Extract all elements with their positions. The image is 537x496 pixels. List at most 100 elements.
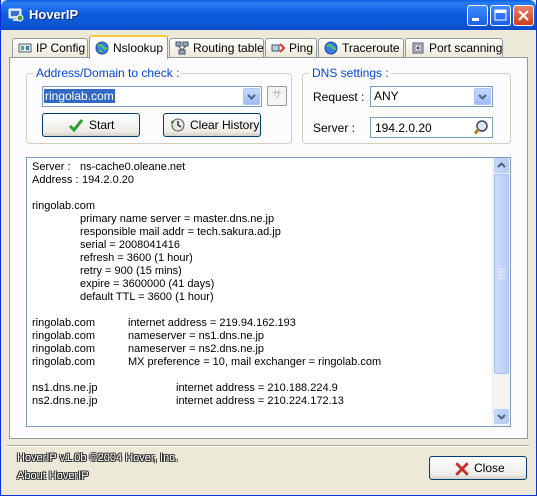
output-line-value: internet address = 210.224.172.13 bbox=[176, 395, 344, 407]
minimize-icon bbox=[472, 18, 479, 21]
tab-label: Routing table bbox=[193, 41, 264, 55]
tab-label: Ping bbox=[289, 41, 314, 55]
output-line: responsible mail addr = tech.sakura.ad.j… bbox=[32, 226, 492, 239]
hoverip-window: HoverIP IP Config Nslookup Routing table… bbox=[0, 0, 537, 496]
globe-icon bbox=[324, 41, 338, 55]
output-line: refresh = 3600 (1 hour) bbox=[32, 252, 492, 265]
server-value: 194.2.0.20 bbox=[375, 121, 432, 135]
output-line-value: internet address = 219.94.162.193 bbox=[128, 317, 296, 329]
domain-dropdown-button[interactable] bbox=[243, 88, 260, 105]
close-button[interactable]: Close bbox=[429, 456, 527, 480]
server-label: Server : bbox=[313, 121, 356, 135]
output-line-value: retry = 900 (15 mins) bbox=[80, 265, 182, 277]
output-line: Server : ns-cache0.oleane.net bbox=[32, 161, 492, 174]
output-line-value: responsible mail addr = tech.sakura.ad.j… bbox=[80, 226, 281, 238]
domain-combobox[interactable]: ringolab.com bbox=[42, 86, 262, 107]
output-line-value: default TTL = 3600 (1 hour) bbox=[80, 291, 214, 303]
vertical-scrollbar[interactable] bbox=[492, 158, 510, 426]
side-action-label: サ bbox=[272, 90, 282, 101]
output-line: expire = 3600000 (41 days) bbox=[32, 278, 492, 291]
output-line-value: 194.2.0.20 bbox=[82, 174, 134, 186]
maximize-icon bbox=[494, 9, 507, 21]
output-line: ns2.dns.ne.jp internet address = 210.224.… bbox=[32, 395, 492, 408]
address-group-legend: Address/Domain to check : bbox=[33, 66, 183, 80]
side-action-button[interactable]: サ bbox=[267, 86, 287, 106]
dns-settings-group: DNS settings : Request : ANY Server : 19… bbox=[302, 66, 511, 144]
request-label: Request : bbox=[313, 90, 365, 104]
clear-history-button[interactable]: Clear History bbox=[163, 113, 261, 137]
tab-label: IP Config bbox=[36, 41, 86, 55]
dns-settings-legend: DNS settings : bbox=[309, 66, 392, 80]
output-line-value: internet address = 210.188.224.9 bbox=[176, 382, 338, 394]
request-dropdown-button[interactable] bbox=[474, 88, 491, 105]
output-line-key: ringolab.com bbox=[32, 317, 95, 329]
chevron-down-icon bbox=[478, 94, 487, 100]
clear-history-label: Clear History bbox=[190, 118, 260, 132]
output-line-key: Server : bbox=[32, 161, 71, 173]
maximize-button[interactable] bbox=[490, 5, 511, 26]
output-line-value: MX preference = 10, mail exchanger = rin… bbox=[128, 356, 382, 368]
output-line: ns1.dns.ne.jp internet address = 210.188.… bbox=[32, 382, 492, 395]
output-line-key: ringolab.com bbox=[32, 200, 95, 212]
globe-icon bbox=[95, 41, 109, 55]
output-line-key: ringolab.com bbox=[32, 356, 95, 368]
close-window-button[interactable] bbox=[513, 5, 534, 26]
scroll-thumb[interactable] bbox=[494, 174, 509, 374]
output-line: default TTL = 3600 (1 hour) bbox=[32, 291, 492, 304]
output-line-key: ringolab.com bbox=[32, 343, 95, 355]
tab-label: Port scanning bbox=[429, 41, 503, 55]
output-line: ringolab.com internet address = 219.94.16… bbox=[32, 317, 492, 330]
checkmark-icon bbox=[68, 119, 84, 133]
output-line: ringolab.com MX preference = 10, mail exc… bbox=[32, 356, 492, 369]
close-icon bbox=[518, 10, 529, 21]
close-button-label: Close bbox=[474, 461, 505, 475]
output-line-value: serial = 2008041416 bbox=[80, 239, 180, 251]
port-icon bbox=[412, 42, 424, 54]
tab-strip: IP Config Nslookup Routing table Ping Tr… bbox=[1, 30, 536, 60]
output-line-value: expire = 3600000 (41 days) bbox=[80, 278, 215, 290]
output-line-value: nameserver = ns1.dns.ne.jp bbox=[128, 330, 265, 342]
tab-ip-config[interactable]: IP Config bbox=[12, 38, 88, 57]
start-button[interactable]: Start bbox=[42, 113, 140, 137]
app-icon bbox=[8, 8, 24, 22]
output-line-key: Address : bbox=[32, 174, 79, 186]
scroll-up-button[interactable] bbox=[494, 158, 509, 173]
tab-traceroute[interactable]: Traceroute bbox=[318, 38, 404, 57]
output-line-key: ringolab.com bbox=[32, 330, 95, 342]
address-group: Address/Domain to check : ringolab.com サ… bbox=[26, 66, 292, 144]
output-line-value: ns-cache0.oleane.net bbox=[80, 161, 186, 173]
start-button-label: Start bbox=[89, 118, 115, 132]
chevron-down-icon bbox=[247, 94, 256, 100]
minimize-button[interactable] bbox=[467, 5, 488, 26]
output-textarea[interactable]: Server : ns-cache0.oleane.net Address :194… bbox=[26, 157, 511, 427]
nslookup-panel: Address/Domain to check : ringolab.com サ… bbox=[9, 57, 528, 439]
about-link[interactable]: About HoverIP bbox=[17, 470, 89, 482]
output-text: Server : ns-cache0.oleane.net Address :194… bbox=[32, 161, 492, 408]
output-line: ringolab.com bbox=[32, 200, 492, 213]
chevron-up-icon bbox=[497, 162, 506, 168]
tab-nslookup[interactable]: Nslookup bbox=[89, 35, 168, 59]
clear-history-icon bbox=[171, 118, 185, 132]
server-input[interactable]: 194.2.0.20 bbox=[370, 117, 493, 138]
title-bar[interactable]: HoverIP bbox=[1, 0, 536, 30]
output-line-value: nameserver = ns2.dns.ne.jp bbox=[128, 343, 265, 355]
output-line-value: refresh = 3600 (1 hour) bbox=[80, 252, 193, 264]
magnifier-icon[interactable] bbox=[473, 119, 490, 136]
network-icon bbox=[175, 41, 189, 55]
ping-icon bbox=[271, 43, 285, 53]
output-line: retry = 900 (15 mins) bbox=[32, 265, 492, 278]
tab-ping[interactable]: Ping bbox=[265, 38, 317, 57]
chevron-down-icon bbox=[497, 414, 506, 420]
output-line-value: primary name server = master.dns.ne.jp bbox=[80, 213, 275, 225]
output-line: ringolab.com nameserver = ns1.dns.ne.jp bbox=[32, 330, 492, 343]
tab-port-scanning[interactable]: Port scanning bbox=[405, 38, 503, 57]
tab-label: Nslookup bbox=[113, 41, 164, 55]
tab-label: Traceroute bbox=[342, 41, 400, 55]
request-type-combobox[interactable]: ANY bbox=[370, 86, 493, 107]
domain-value: ringolab.com bbox=[44, 89, 115, 103]
footer-separator bbox=[7, 445, 529, 447]
tab-routing-table[interactable]: Routing table bbox=[169, 38, 264, 57]
scroll-down-button[interactable] bbox=[494, 409, 509, 424]
